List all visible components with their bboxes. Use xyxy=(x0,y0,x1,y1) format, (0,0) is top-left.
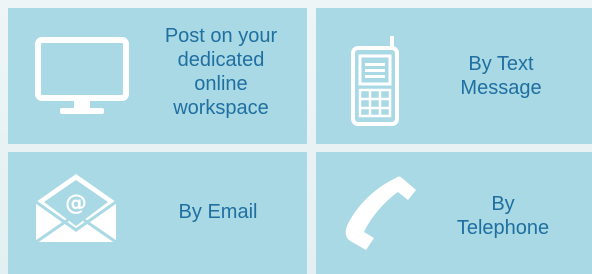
option-email-label: By Email xyxy=(178,201,258,223)
computer-monitor-icon xyxy=(34,34,130,123)
option-text-message[interactable]: By Text Message xyxy=(316,8,592,144)
svg-text:@: @ xyxy=(65,191,87,216)
option-workspace-label: Post on your dedicated online workspace xyxy=(164,25,278,119)
contact-options-grid: Post on your dedicated online workspace xyxy=(0,0,592,274)
option-workspace[interactable]: Post on your dedicated online workspace xyxy=(8,8,307,144)
telephone-handset-icon xyxy=(342,174,426,259)
email-envelope-icon: @ xyxy=(34,172,118,249)
mobile-phone-icon xyxy=(350,36,400,131)
option-telephone-label: By Telephone xyxy=(456,193,550,239)
option-text-message-label: By Text Message xyxy=(460,53,542,99)
option-telephone[interactable]: By Telephone xyxy=(316,152,592,274)
option-email[interactable]: @ By Email xyxy=(8,152,307,274)
